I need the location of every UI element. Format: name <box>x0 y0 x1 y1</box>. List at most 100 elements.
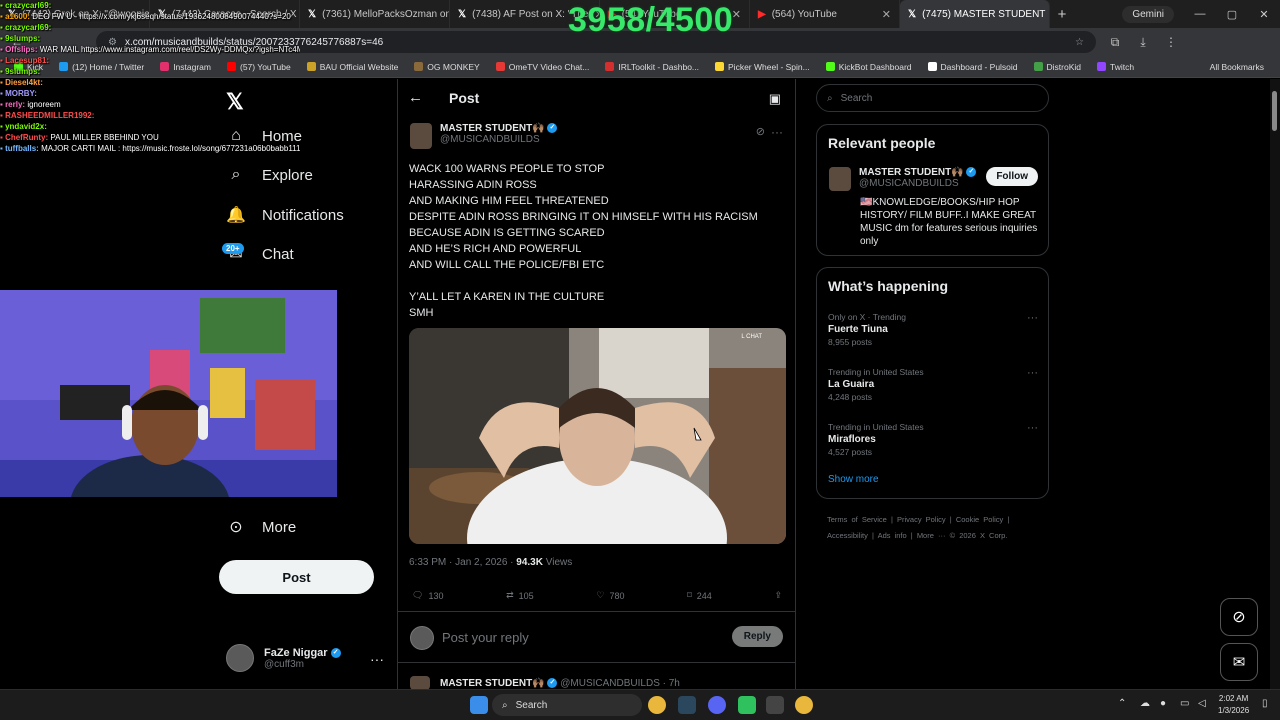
bookmark-item[interactable]: DistroKid <box>1026 62 1089 72</box>
close-tab-icon[interactable]: ✕ <box>882 8 891 21</box>
show-more-link[interactable]: Show more <box>828 474 879 485</box>
all-bookmarks-folder[interactable]: All Bookmarks <box>1200 62 1274 72</box>
footer-link[interactable]: Ads info <box>878 531 907 540</box>
bookmark-label: DistroKid <box>1046 61 1082 72</box>
like-action[interactable]: ♡ 780 <box>596 590 624 601</box>
relevant-person-handle[interactable]: @MUSICANDBUILDS <box>859 178 976 189</box>
account-switcher[interactable]: FaZe Niggar ✓ @cuff3m <box>226 644 341 672</box>
scrollbar[interactable] <box>1270 79 1280 689</box>
post-text-line: AND HE’S RICH AND POWERFUL <box>409 243 582 255</box>
bookmark-item[interactable]: OG MONKEY <box>406 62 487 72</box>
bookmark-count: 244 <box>696 590 712 601</box>
account-more-icon[interactable]: ··· <box>370 651 384 667</box>
follow-button[interactable]: Follow <box>986 167 1038 186</box>
relevant-person-avatar[interactable] <box>829 167 851 191</box>
post-button[interactable]: Post <box>219 560 374 594</box>
bookmark-action[interactable]: ⌑ 244 <box>687 590 712 601</box>
steam-icon[interactable] <box>678 696 696 714</box>
more-circle-icon: ⊙ <box>229 519 243 536</box>
network-icon[interactable]: ▭ <box>1180 698 1189 709</box>
footer-link[interactable]: Cookie Policy <box>956 515 1003 524</box>
chat-username: crazycarl69: <box>5 1 52 10</box>
mic-icon[interactable]: ● <box>1160 698 1166 709</box>
trend-item[interactable]: Only on X · Trending Fuerte Tiuna 8,955 po… <box>828 312 1038 347</box>
footer-link[interactable]: More ··· <box>917 531 946 540</box>
notification-icon[interactable]: ▯ <box>1262 698 1268 709</box>
download-icon[interactable]: ⤓ <box>1134 35 1152 50</box>
bookmark-item[interactable]: BAU Official Website <box>299 62 407 72</box>
footer-link[interactable]: Accessibility <box>827 531 868 540</box>
maximize-icon[interactable]: ▢ <box>1216 8 1248 21</box>
repost-action[interactable]: ⇄ 105 <box>506 590 534 601</box>
trend-more-icon[interactable]: ··· <box>1027 367 1038 379</box>
bookmark-item[interactable]: IRLToolkit - Dashbo... <box>597 62 707 72</box>
start-icon[interactable] <box>470 696 488 714</box>
reply-input[interactable]: Post your reply <box>442 630 529 645</box>
next-post-header[interactable]: MASTER STUDENT🙌🏽 ✓ @MUSICANDBUILDS · 7h <box>440 678 680 689</box>
footer-link[interactable]: © 2026 X Corp. <box>950 531 1008 540</box>
grok-button-icon[interactable]: ⊘ <box>1220 598 1258 636</box>
minimize-icon[interactable]: — <box>1184 8 1216 20</box>
chat-username: yndavid2x: <box>5 122 47 131</box>
back-arrow-icon[interactable]: ← <box>408 89 423 106</box>
post-timestamp[interactable]: 6:33 PM · Jan 2, 2026 · <box>409 557 516 568</box>
menu-icon[interactable]: ⋮ <box>1162 35 1180 49</box>
post-author[interactable]: MASTER STUDENT🙌🏽 ✓ @MUSICANDBUILDS <box>410 123 558 149</box>
chrome-active-icon[interactable] <box>795 696 813 714</box>
chrome-icon[interactable] <box>648 696 666 714</box>
gemini-button[interactable]: Gemini <box>1122 5 1174 23</box>
next-post-avatar[interactable] <box>410 676 430 689</box>
share-action[interactable]: ⇪ <box>774 590 782 601</box>
bookmark-star-icon[interactable]: ☆ <box>1075 37 1084 48</box>
browser-tab[interactable]: ▶ (564) YouTube ✕ <box>750 0 900 28</box>
obs-icon[interactable] <box>766 696 784 714</box>
post-header: ← Post <box>408 89 479 106</box>
post-more-icon[interactable]: ··· <box>771 125 783 139</box>
bookmark-favicon-icon <box>306 62 316 71</box>
reply-button[interactable]: Reply <box>731 626 783 647</box>
browser-tab[interactable]: 𝕏(7475) MASTER STUDENT✕ <box>900 0 1050 28</box>
trend-category: Trending in United States <box>828 367 924 377</box>
relevant-person[interactable]: MASTER STUDENT🙌🏽 ✓ @MUSICANDBUILDS <box>829 167 977 191</box>
footer-separator: | <box>1007 515 1010 524</box>
heart-icon: ♡ <box>596 590 605 600</box>
trend-count: 4,248 posts <box>828 392 872 402</box>
trend-more-icon[interactable]: ··· <box>1027 422 1038 434</box>
bookmark-item[interactable]: Dashboard - Pulsoid <box>920 62 1026 72</box>
cloud-icon[interactable]: ☁ <box>1140 698 1150 709</box>
reader-mode-icon[interactable]: ▣ <box>769 91 781 107</box>
tray-chevron-icon[interactable]: ⌃ <box>1118 698 1126 709</box>
relevant-person-name[interactable]: MASTER STUDENT🙌🏽 <box>859 167 964 178</box>
grok-icon[interactable]: ⊘ <box>756 125 765 138</box>
footer-link[interactable]: Terms of Service <box>827 515 887 524</box>
new-tab-icon[interactable]: + <box>1050 6 1074 23</box>
author-name[interactable]: MASTER STUDENT🙌🏽 <box>440 123 545 134</box>
system-clock[interactable]: 2:02 AM 1/3/2026 <box>1218 693 1249 717</box>
footer-link[interactable]: Privacy Policy <box>897 515 946 524</box>
messages-button-icon[interactable]: ✉ <box>1220 643 1258 681</box>
app-icon[interactable] <box>738 696 756 714</box>
taskbar-search[interactable]: ⌕ Search <box>492 694 642 716</box>
bookmark-item[interactable]: OmeTV Video Chat... <box>488 62 598 72</box>
trend-item[interactable]: Trending in United States Miraflores 4,527… <box>828 422 1038 457</box>
close-window-icon[interactable]: ✕ <box>1248 8 1280 21</box>
clock-date: 1/3/2026 <box>1218 706 1250 715</box>
author-handle[interactable]: @MUSICANDBUILDS <box>440 134 557 145</box>
trend-item[interactable]: Trending in United States La Guaira 4,248 … <box>828 367 1038 402</box>
volume-icon[interactable]: ◁ <box>1198 698 1206 709</box>
extensions-icon[interactable]: ⧉ <box>1106 35 1124 50</box>
bookmark-item[interactable]: Twitch <box>1089 62 1142 72</box>
video-overlay-text: L CHAT <box>741 334 762 340</box>
nav-more[interactable]: ⊙ More <box>226 517 296 537</box>
search-input[interactable]: ⌕ Search <box>816 84 1049 112</box>
scrollbar-thumb[interactable] <box>1272 91 1277 131</box>
chat-message: ▪ tuffballs: MAJOR CARTI MAIL : https://… <box>0 143 300 154</box>
author-avatar[interactable] <box>410 123 432 149</box>
discord-icon[interactable] <box>708 696 726 714</box>
bookmark-item[interactable]: KickBot Dashboard <box>818 62 920 72</box>
reply-action[interactable]: 🗨 130 <box>412 590 443 601</box>
trend-more-icon[interactable]: ··· <box>1027 312 1038 324</box>
browser-tab[interactable]: 𝕏(7361) MelloPacksOzman on✕ <box>300 0 450 28</box>
post-video[interactable]: L CHAT <box>409 328 786 544</box>
bookmark-item[interactable]: Picker Wheel - Spin... <box>707 62 818 72</box>
